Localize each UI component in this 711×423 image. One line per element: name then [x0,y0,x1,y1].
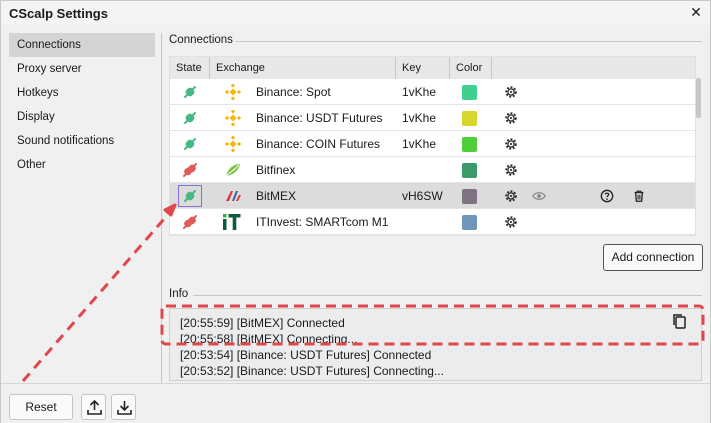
gear-icon[interactable] [504,85,518,99]
gear-icon[interactable] [504,163,518,177]
gear-icon[interactable] [504,111,518,125]
column-header-state[interactable]: State [170,57,210,79]
binance-logo [224,84,242,100]
connected-plug-icon[interactable] [182,188,198,204]
title-bar: CScalp Settings ✕ [1,1,710,25]
exchange-name: BitMEX [256,189,297,203]
exchange-name: Binance: COIN Futures [256,137,381,151]
sidebar-divider [161,33,162,383]
color-swatch[interactable] [462,189,477,204]
gear-icon[interactable] [504,215,518,229]
binance-logo [224,136,242,152]
table-row[interactable]: Bitfinex [170,157,695,183]
log-line: [20:53:52] [Binance: USDT Futures] Conne… [180,364,444,378]
disconnected-plug-icon[interactable] [182,214,198,230]
download-icon [117,401,132,415]
table-header: State Exchange Key Color [170,57,695,79]
color-swatch[interactable] [462,111,477,126]
table-row[interactable]: Binance: COIN Futures 1vKhe [170,131,695,157]
color-swatch[interactable] [462,215,477,230]
sidebar-item-connections[interactable]: Connections [9,33,155,57]
connections-divider [236,41,702,42]
pointer-arrow-line [21,210,173,382]
color-swatch[interactable] [462,163,477,178]
add-connection-button[interactable]: Add connection [603,244,703,271]
upload-icon [87,399,102,415]
itinvest-logo [223,214,241,230]
sidebar-item-other[interactable]: Other [9,153,155,177]
exchange-name: ITInvest: SMARTcom M1 [256,215,389,229]
settings-window: CScalp Settings ✕ Connections Proxy serv… [0,0,711,423]
api-key: 1vKhe [402,111,437,125]
trash-icon[interactable] [632,189,646,203]
footer-bar: Reset [1,383,710,423]
color-swatch[interactable] [462,137,477,152]
close-icon[interactable]: ✕ [688,4,704,20]
connected-plug-icon[interactable] [182,84,198,100]
disconnected-plug-icon[interactable] [182,162,198,178]
info-divider [193,295,702,296]
gear-icon[interactable] [504,137,518,151]
eye-icon[interactable] [532,189,546,203]
reset-button[interactable]: Reset [9,394,73,420]
sidebar-item-display[interactable]: Display [9,105,155,129]
column-header-key[interactable]: Key [396,57,450,79]
binance-logo [224,110,242,126]
column-header-color[interactable]: Color [450,57,492,79]
exchange-name: Bitfinex [256,163,296,177]
exchange-name: Binance: USDT Futures [256,111,383,125]
api-key: 1vKhe [402,85,437,99]
bitfinex-logo [225,164,240,177]
color-swatch[interactable] [462,85,477,100]
upload-button[interactable] [81,394,106,420]
sidebar-item-proxy-server[interactable]: Proxy server [9,57,155,81]
log-line: [20:55:58] [BitMEX] Connecting... [180,332,358,346]
bitmex-logo [226,191,241,201]
table-row-selected[interactable]: BitMEX vH6SW [170,183,695,209]
gear-icon[interactable] [504,189,518,203]
connections-table: State Exchange Key Color Binance: Spot 1… [169,56,696,236]
copy-icon[interactable] [671,313,687,329]
table-row[interactable]: ITInvest: SMARTcom M1 [170,209,695,235]
column-header-exchange[interactable]: Exchange [210,57,396,79]
sidebar-item-hotkeys[interactable]: Hotkeys [9,81,155,105]
connected-plug-icon[interactable] [182,110,198,126]
log-line: [20:53:54] [Binance: USDT Futures] Conne… [180,348,432,362]
help-icon[interactable] [600,189,614,203]
table-row[interactable]: Binance: Spot 1vKhe [170,79,695,105]
sidebar-item-sound-notifications[interactable]: Sound notifications [9,129,155,153]
info-section-label: Info [169,288,189,300]
settings-sidebar: Connections Proxy server Hotkeys Display… [9,33,155,177]
connected-plug-icon[interactable] [182,136,198,152]
api-key: vH6SW [402,189,443,203]
log-line: [20:55:59] [BitMEX] Connected [180,316,345,330]
download-button[interactable] [111,394,136,420]
exchange-name: Binance: Spot [256,85,331,99]
table-row[interactable]: Binance: USDT Futures 1vKhe [170,105,695,131]
connections-section-label: Connections [169,34,233,46]
api-key: 1vKhe [402,137,437,151]
window-title: CScalp Settings [9,6,108,21]
info-log[interactable]: [20:55:59] [BitMEX] Connected [20:55:58]… [169,308,702,381]
table-scrollbar[interactable] [696,78,701,118]
